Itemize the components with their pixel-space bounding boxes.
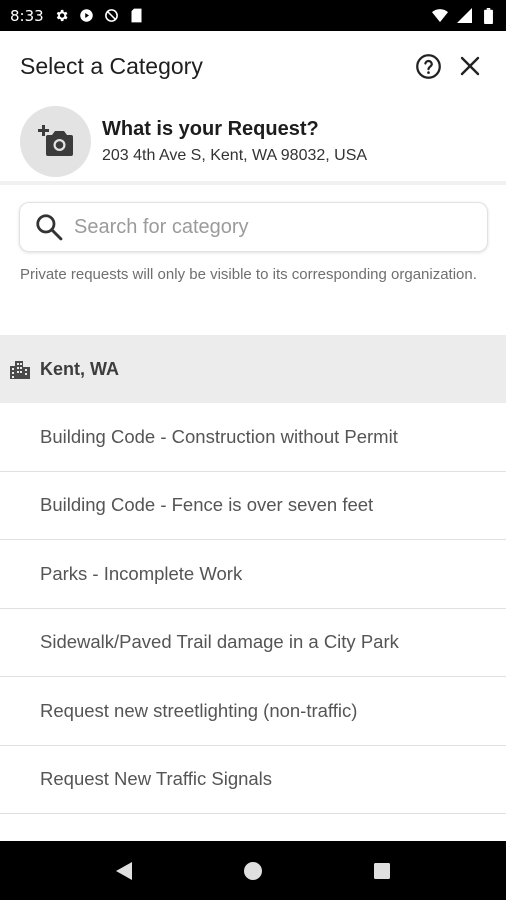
navigation-bar (0, 841, 506, 900)
category-item[interactable]: Request New Traffic Signals (0, 746, 506, 814)
organization-header: Kent, WA (0, 335, 506, 403)
signal-icon (456, 8, 472, 24)
request-address: 203 4th Ave S, Kent, WA 98032, USA (102, 146, 368, 164)
battery-icon (480, 7, 496, 24)
add-photo-button[interactable] (20, 105, 91, 177)
search-input[interactable] (74, 215, 473, 239)
home-button[interactable] (233, 851, 273, 891)
status-time: 8:33 (10, 6, 44, 25)
category-item[interactable]: Request new streetlighting (non-traffic) (0, 677, 506, 746)
status-bar: 8:33 (0, 0, 506, 31)
sd-card-icon (129, 8, 145, 24)
category-item[interactable]: Building Code - Fence is over seven feet (0, 472, 506, 540)
add-photo-icon (37, 125, 73, 156)
organization-name: Kent, WA (40, 358, 119, 379)
header: Select a Category (0, 31, 506, 101)
recents-icon (373, 862, 390, 879)
recents-button[interactable] (362, 851, 402, 891)
section-divider (0, 181, 506, 185)
close-icon (460, 56, 480, 76)
back-button[interactable] (104, 851, 144, 891)
status-icons-right (432, 7, 496, 24)
city-building-icon (10, 361, 30, 379)
back-icon (116, 861, 133, 880)
wifi-icon (432, 8, 448, 24)
page-title: Select a Category (20, 52, 203, 79)
category-list: Building Code - Construction without Per… (0, 403, 506, 814)
request-info: What is your Request? 203 4th Ave S, Ken… (0, 101, 506, 181)
home-icon (243, 861, 262, 880)
request-title: What is your Request? (102, 117, 319, 140)
help-button[interactable] (412, 50, 444, 82)
search-box[interactable] (19, 202, 488, 252)
close-button[interactable] (454, 50, 486, 82)
gear-icon (54, 8, 70, 24)
play-icon (79, 8, 95, 24)
status-icons-left (54, 8, 145, 24)
category-item[interactable]: Building Code - Construction without Per… (0, 403, 506, 472)
no-sim-icon (104, 8, 120, 24)
request-text: What is your Request? 203 4th Ave S, Ken… (102, 118, 367, 165)
category-item[interactable]: Parks - Incomplete Work (0, 540, 506, 609)
privacy-note: Private requests will only be visible to… (20, 266, 477, 283)
search-icon (36, 214, 63, 241)
help-circle-icon (415, 53, 441, 79)
category-item[interactable]: Sidewalk/Paved Trail damage in a City Pa… (0, 609, 506, 677)
